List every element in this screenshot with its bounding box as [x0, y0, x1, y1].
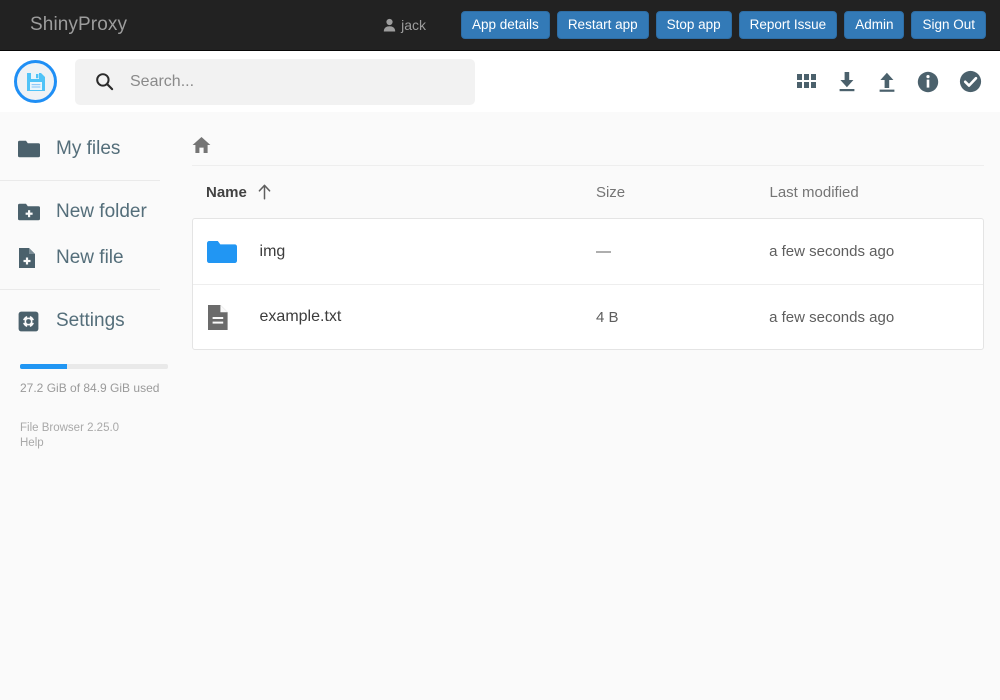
navbar-right-group: jack App details Restart app Stop app Re…: [383, 10, 1000, 40]
sidebar-footer: File Browser 2.25.0 Help: [20, 421, 180, 451]
search-input[interactable]: [128, 71, 448, 92]
table-row[interactable]: img — a few seconds ago: [193, 219, 983, 284]
download-icon[interactable]: [837, 71, 857, 92]
username-label: jack: [401, 17, 427, 33]
column-header-size[interactable]: Size: [596, 184, 770, 201]
app-details-button[interactable]: App details: [461, 10, 550, 40]
sidebar-item-my-files[interactable]: My files: [0, 126, 180, 172]
info-circle-icon[interactable]: [917, 71, 939, 93]
file-modified: a few seconds ago: [769, 243, 895, 260]
folder-icon: [207, 240, 260, 264]
sidebar-item-label: My files: [56, 138, 121, 159]
sidebar-item-settings[interactable]: Settings: [0, 298, 180, 344]
version-label: File Browser 2.25.0: [20, 422, 120, 434]
sidebar: My files New folder New file Settings 27…: [0, 112, 180, 700]
filebrowser-header: [0, 51, 1000, 112]
home-icon[interactable]: [192, 136, 211, 154]
storage-usage-fill: [20, 364, 68, 369]
grid-view-icon[interactable]: [797, 73, 817, 90]
gear-icon: [18, 311, 44, 332]
file-text-icon: [207, 304, 260, 331]
column-header-name[interactable]: Name: [206, 184, 596, 201]
sidebar-item-label: Settings: [56, 310, 125, 331]
person-icon: [383, 18, 396, 32]
sidebar-item-label: New file: [56, 247, 124, 268]
sidebar-item-new-file[interactable]: New file: [0, 235, 180, 281]
storage-usage: 27.2 GiB of 84.9 GiB used File Browser 2…: [0, 364, 180, 451]
file-modified: a few seconds ago: [769, 308, 895, 326]
folder-icon: [18, 140, 44, 158]
search-box[interactable]: [75, 58, 475, 105]
sidebar-divider-2: [0, 289, 160, 290]
filebrowser-actions: [797, 70, 1000, 93]
file-name: example.txt: [259, 308, 342, 325]
file-plus-icon: [18, 247, 44, 269]
help-link[interactable]: Help: [20, 436, 180, 451]
column-header-modified[interactable]: Last modified: [770, 184, 984, 201]
sidebar-item-new-folder[interactable]: New folder: [0, 189, 180, 235]
storage-usage-label: 27.2 GiB of 84.9 GiB used: [20, 381, 160, 395]
brand-shinyproxy[interactable]: ShinyProxy: [30, 14, 127, 36]
top-navbar: ShinyProxy jack App details Restart app …: [0, 0, 1000, 51]
file-name: img: [259, 242, 286, 260]
sidebar-divider-1: [0, 180, 160, 181]
file-list: img — a few seconds ago example.txt 4 B …: [192, 218, 984, 350]
file-size: —: [595, 243, 611, 260]
floppy-disk-save-icon[interactable]: [14, 60, 57, 103]
sort-ascending-icon: [257, 184, 272, 200]
breadcrumb: [192, 124, 984, 166]
restart-app-button[interactable]: Restart app: [556, 10, 649, 40]
storage-usage-bar: [20, 364, 168, 369]
admin-button[interactable]: Admin: [844, 10, 905, 40]
file-size: 4 B: [595, 308, 619, 326]
current-user: jack: [383, 17, 426, 33]
column-header-name-label: Name: [206, 183, 247, 201]
sign-out-button[interactable]: Sign Out: [911, 10, 986, 40]
sidebar-item-label: New folder: [56, 201, 147, 222]
folder-plus-icon: [18, 203, 44, 221]
main-content: Name Size Last modified img — a few seco…: [180, 112, 1000, 700]
report-issue-button[interactable]: Report Issue: [738, 10, 838, 40]
check-circle-icon[interactable]: [959, 70, 982, 93]
table-row[interactable]: example.txt 4 B a few seconds ago: [193, 284, 983, 349]
column-headers: Name Size Last modified: [192, 166, 984, 218]
upload-icon[interactable]: [877, 71, 897, 92]
search-icon: [95, 72, 114, 91]
stop-app-button[interactable]: Stop app: [655, 10, 732, 40]
